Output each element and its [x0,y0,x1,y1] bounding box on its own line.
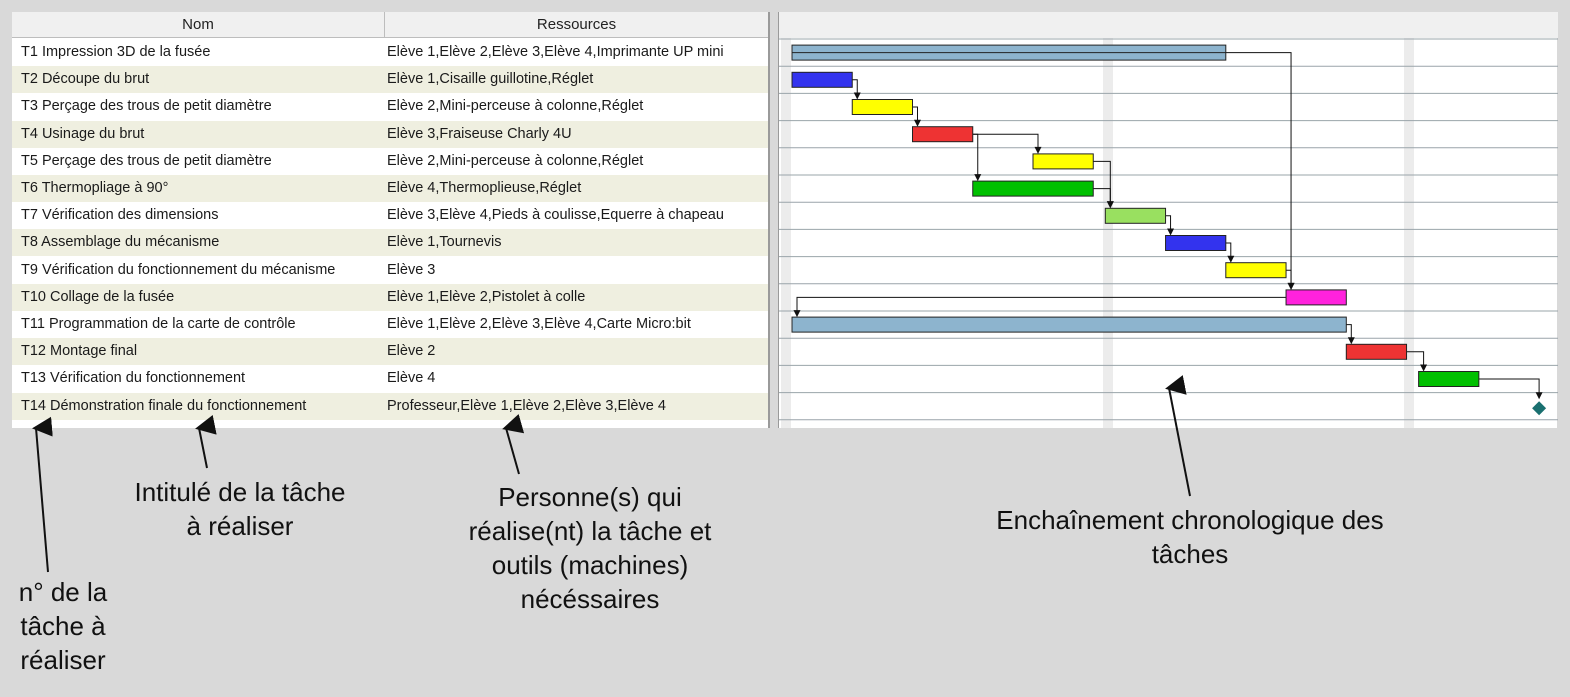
annotation-task-title: Intitulé de la tâche à réaliser [134,477,346,541]
table-row[interactable]: T12 Montage final Elève 2 [12,338,768,366]
gantt-chart [778,12,1558,428]
weekend-shade [1103,38,1113,428]
dependency-link [1478,378,1540,395]
task-bar[interactable] [1345,343,1408,360]
task-resources-cell[interactable]: Professeur,Elève 1,Elève 2,Elève 3,Elève… [387,393,765,420]
column-header-ressources[interactable]: Ressources [385,12,768,38]
task-resources-cell[interactable]: Elève 4,Thermoplieuse,Réglet [387,175,765,202]
gantt-header [779,12,1558,38]
task-bar[interactable] [1225,262,1287,279]
task-resources-cell[interactable]: Elève 1,Cisaille guillotine,Réglet [387,66,765,93]
arrow-to-task-title [195,415,217,469]
task-name-cell[interactable]: T3 Perçage des trous de petit diamètre [21,93,385,120]
task-name-cell[interactable]: T6 Thermopliage à 90° [21,175,385,202]
task-bar[interactable] [791,71,853,88]
dependency-arrowhead [793,310,801,318]
dependency-arrowhead [1034,146,1042,154]
dependency-arrowhead [914,119,921,127]
weekend-shade [781,38,791,428]
dependency-link [796,296,1347,313]
task-name-cell[interactable]: T12 Montage final [21,338,385,365]
task-resources-cell[interactable]: Elève 2 [387,338,765,365]
task-resources-cell[interactable]: Elève 3,Elève 4,Pieds à coulisse,Equerre… [387,202,765,229]
dependency-link [972,133,979,177]
task-bar[interactable] [1104,207,1167,224]
task-name-cell[interactable]: T4 Usinage du brut [21,121,385,148]
table-row[interactable]: T6 Thermopliage à 90° Elève 4,Thermoplieu… [12,175,768,202]
task-resources-cell[interactable]: Elève 3 [387,257,765,284]
task-bar[interactable] [1285,289,1347,306]
task-resources-cell[interactable]: Elève 4 [387,365,765,392]
dependency-link [1346,324,1352,340]
task-bar[interactable] [972,180,1094,197]
task-resources-cell[interactable]: Elève 1,Elève 2,Elève 3,Elève 4,Carte Mi… [387,311,765,338]
task-resources-cell[interactable]: Elève 2,Mini-perceuse à colonne,Réglet [387,148,765,175]
table-row[interactable]: T2 Découpe du brut Elève 1,Cisaille guill… [12,66,768,94]
table-row[interactable]: T14 Démonstration finale du fonctionneme… [12,392,768,420]
task-name-cell[interactable]: T14 Démonstration finale du fonctionneme… [21,393,385,420]
task-bar[interactable] [851,99,913,115]
task-name-cell[interactable]: T11 Programmation de la carte de contrôl… [21,311,385,338]
annotation-task-number: n° de la tâche à réaliser [18,577,108,675]
dependency-link [912,106,918,122]
table-row[interactable]: T5 Perçage des trous de petit diamètre El… [12,148,768,175]
dependency-link [972,133,1039,149]
table-row[interactable]: T7 Vérification des dimensions Elève 3,El… [12,202,768,229]
dependency-arrowhead [1287,282,1295,290]
dependency-arrowhead [1535,392,1543,400]
gantt-canvas [779,12,1558,428]
task-name-cell[interactable]: T8 Assemblage du mécanisme [21,229,385,256]
table-row[interactable]: T13 Vérification du fonctionnement Elève … [12,365,768,392]
dependency-link [852,79,858,95]
task-bar[interactable] [1032,153,1094,170]
task-resources-cell[interactable]: Elève 1,Tournevis [387,229,765,256]
task-name-cell[interactable]: T5 Perçage des trous de petit diamètre [21,148,385,175]
milestone-diamond[interactable] [1532,401,1547,416]
table-row[interactable]: T1 Impression 3D de la fusée Elève 1,Elèv… [12,39,768,66]
annotation-chronology: Enchaînement chronologique des tâches [996,505,1384,569]
task-name-cell[interactable]: T2 Découpe du brut [21,66,385,93]
task-resources-cell[interactable]: Elève 2,Mini-perceuse à colonne,Réglet [387,93,765,120]
task-bar[interactable] [1165,235,1227,251]
task-table: Nom Ressources T1 Impression 3D de la fu… [12,12,770,428]
task-resources-cell[interactable]: Elève 1,Elève 2,Pistolet à colle [387,284,765,311]
table-row[interactable]: T3 Perçage des trous de petit diamètre El… [12,93,768,120]
weekend-shade [1404,38,1414,428]
dependency-link [1225,52,1292,285]
table-row[interactable]: T4 Usinage du brut Elève 3,Fraiseuse Char… [12,120,768,148]
task-resources-cell[interactable]: Elève 1,Elève 2,Elève 3,Elève 4,Impriman… [387,39,765,66]
task-name-cell[interactable]: T7 Vérification des dimensions [21,202,385,229]
column-header-nom[interactable]: Nom [12,12,385,38]
dependency-link [1165,215,1172,231]
task-name-cell[interactable]: T9 Vérification du fonctionnement du méc… [21,257,385,284]
task-name-cell[interactable]: T10 Collage de la fusée [21,284,385,311]
arrow-to-task-number [32,416,53,573]
table-row[interactable]: T11 Programmation de la carte de contrôl… [12,311,768,338]
dependency-arrowhead [974,174,982,182]
table-row[interactable]: T8 Assemblage du mécanisme Elève 1,Tourne… [12,229,768,257]
task-name-cell[interactable]: T13 Vérification du fonctionnement [21,365,385,392]
task-bar[interactable] [791,316,1347,333]
task-name-cell[interactable]: T1 Impression 3D de la fusée [21,39,385,66]
dependency-link [1286,269,1292,285]
dependency-arrowhead [1420,364,1428,372]
table-row[interactable]: T10 Collage de la fusée Elève 1,Elève 2,P… [12,283,768,311]
annotation-resources: Personne(s) qui réalise(nt) la tâche et … [468,482,712,614]
dependency-arrowhead [1227,255,1235,263]
table-row[interactable]: T9 Vérification du fonctionnement du méc… [12,257,768,284]
dependency-link [1225,242,1232,258]
dependency-arrowhead [1347,337,1355,345]
task-resources-cell[interactable]: Elève 3,Fraiseuse Charly 4U [387,121,765,148]
dependency-arrowhead [1167,228,1175,236]
task-bar[interactable] [1418,371,1480,387]
arrow-to-resources [502,414,525,475]
dependency-arrowhead [853,92,861,100]
task-bar[interactable] [912,126,974,143]
